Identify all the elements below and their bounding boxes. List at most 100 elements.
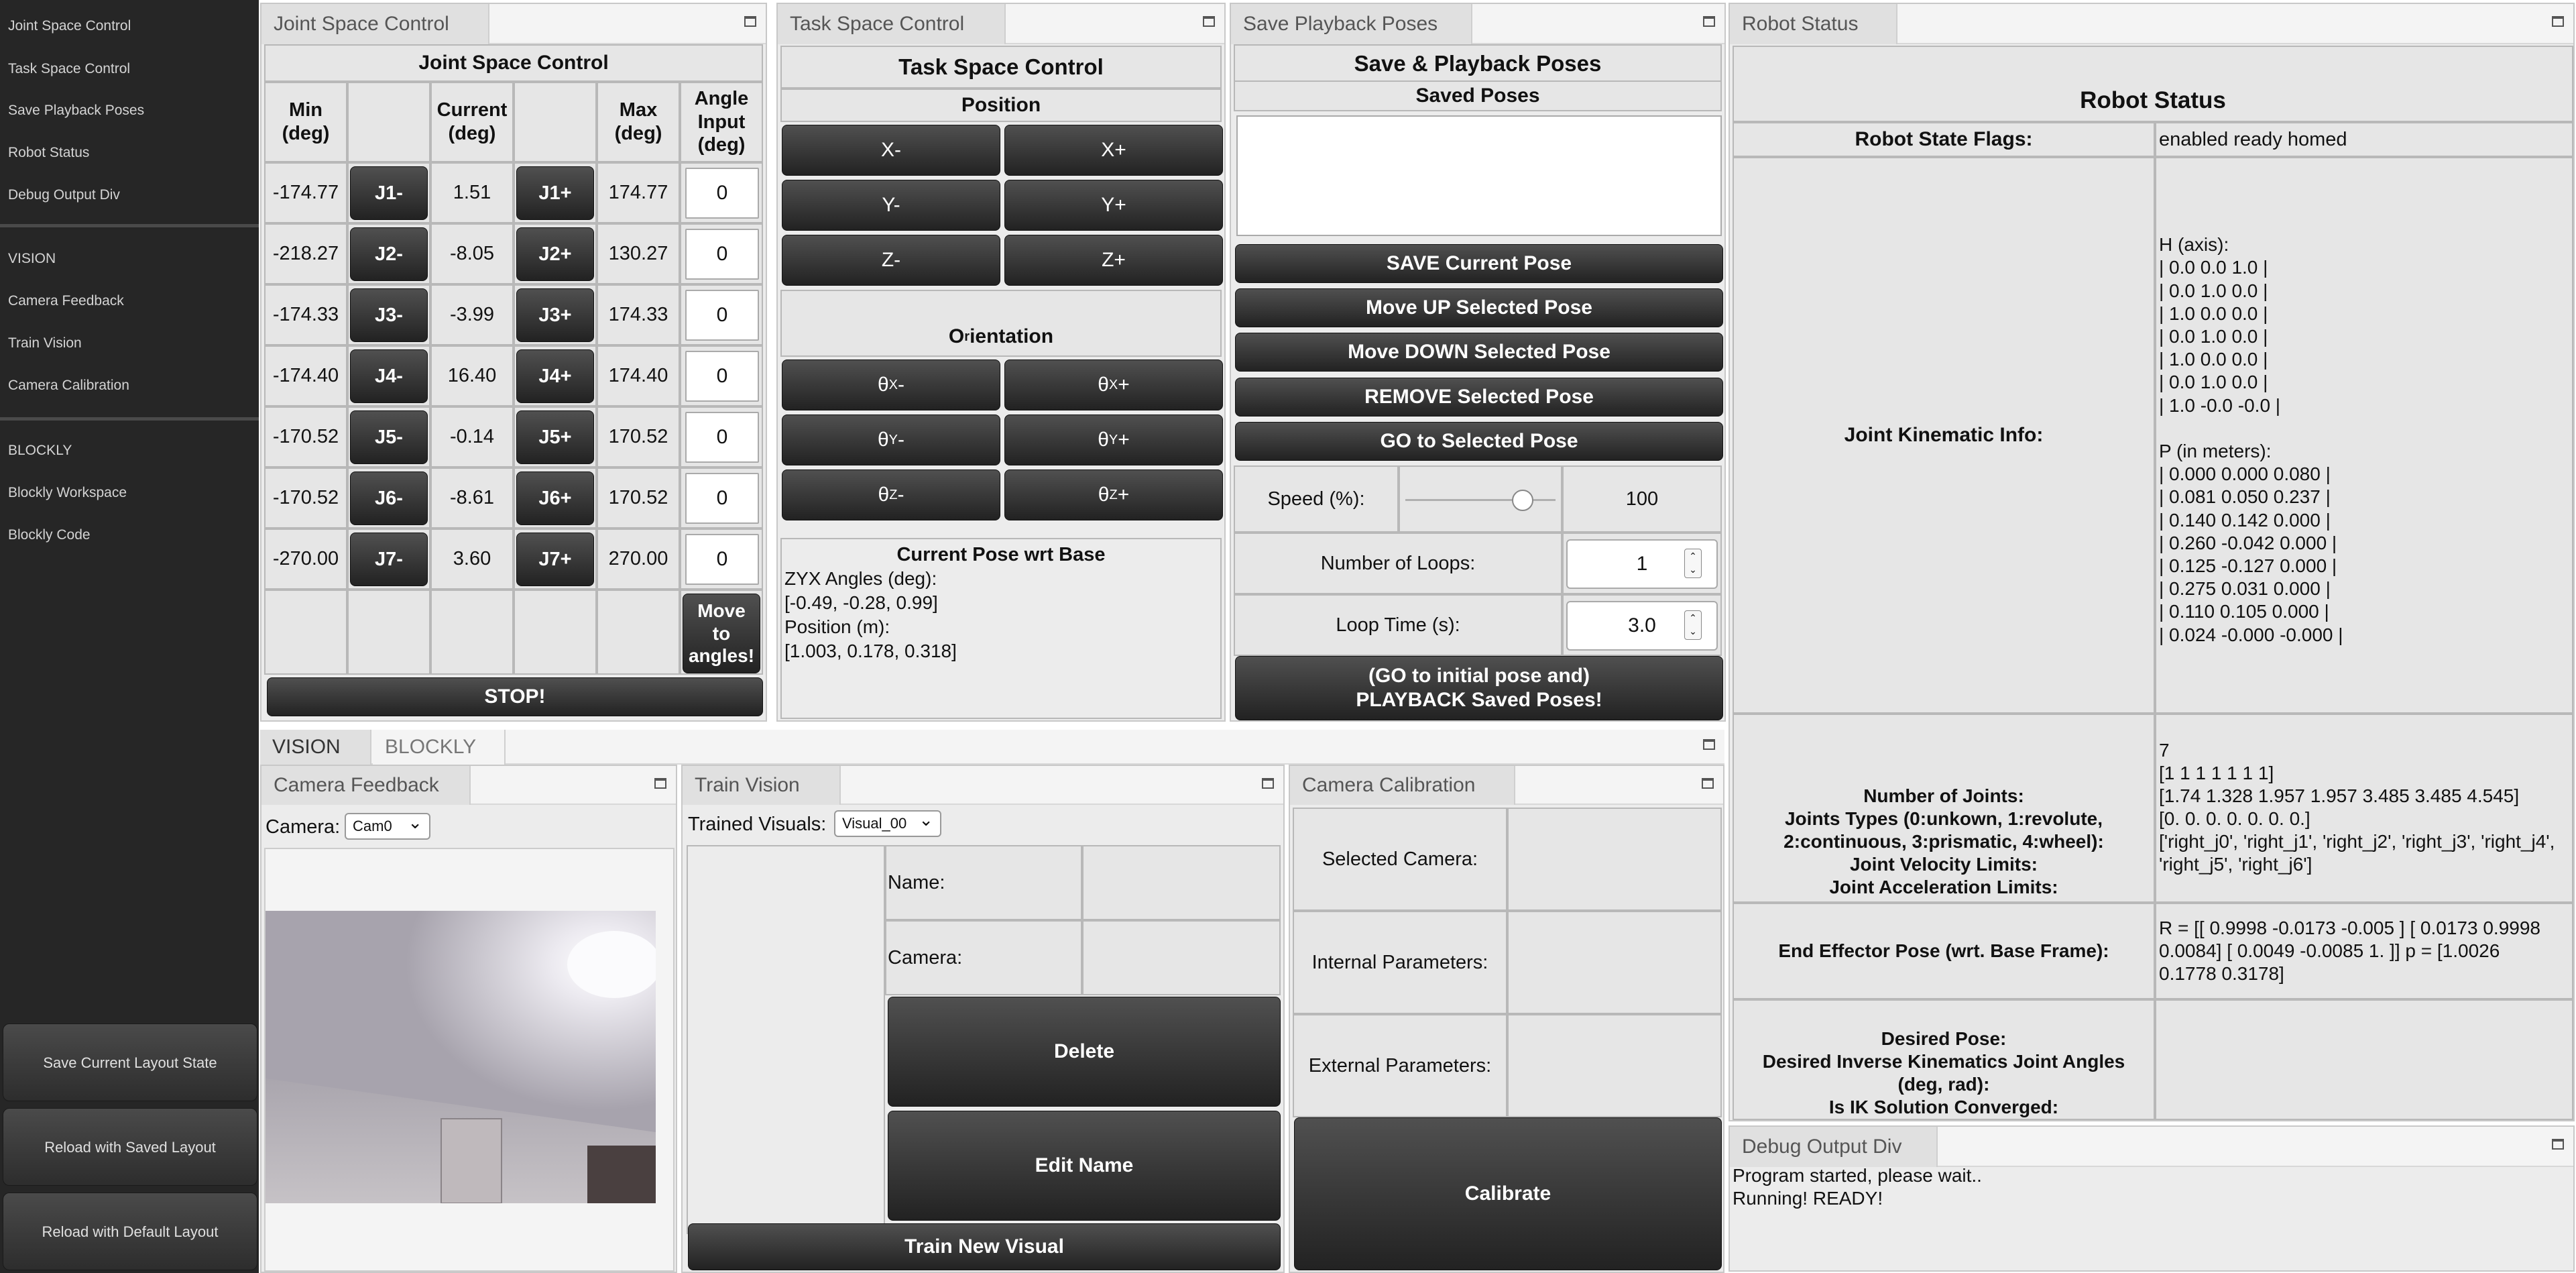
joint-plus-button[interactable]: J4+ (516, 349, 594, 403)
orientation-plus-button[interactable]: θ X + (1004, 359, 1223, 410)
stop-button[interactable]: STOP! (267, 677, 763, 716)
maximize-icon[interactable] (1703, 16, 1715, 27)
angle-input-cell: 0 (680, 529, 763, 590)
speed-slider-thumb[interactable] (1511, 490, 1533, 511)
joint-minus-button[interactable]: J7- (350, 533, 428, 586)
train-new-visual-button[interactable]: Train New Visual (688, 1223, 1281, 1270)
edit-name-button[interactable]: Edit Name (888, 1111, 1281, 1221)
calibrate-button[interactable]: Calibrate (1294, 1117, 1722, 1270)
loop-time-spinner-icon[interactable]: ⌃ ⌄ (1684, 610, 1702, 640)
maximize-icon[interactable] (654, 778, 666, 789)
angle-input[interactable]: 0 (685, 473, 759, 524)
position-plus-button[interactable]: X+ (1004, 125, 1223, 176)
playback-title: Save & Playback Poses (1234, 44, 1722, 83)
sidebar: Joint Space Control Task Space Control S… (0, 0, 259, 1273)
trained-visuals-select[interactable]: Visual_00 (834, 808, 941, 837)
tab-vision[interactable]: VISION (260, 730, 371, 765)
joint-plus-button[interactable]: J7+ (516, 533, 594, 586)
joint-minus-button[interactable]: J2- (350, 227, 428, 281)
save-layout-button[interactable]: Save Current Layout State (3, 1023, 257, 1101)
move-down-pose-button[interactable]: Move DOWN Selected Pose (1235, 333, 1723, 372)
sidebar-item-blockly-code[interactable]: Blockly Code (0, 514, 259, 556)
joint-minus-button[interactable]: J1- (350, 166, 428, 220)
position-plus-button[interactable]: Y+ (1004, 180, 1223, 231)
loops-spinner-icon[interactable]: ⌃ ⌄ (1684, 549, 1702, 578)
sidebar-item-camera-feedback[interactable]: Camera Feedback (0, 280, 259, 322)
joint-plus-button[interactable]: J5+ (516, 410, 594, 464)
joint-minus-button[interactable]: J6- (350, 472, 428, 525)
sidebar-item-task-space-control[interactable]: Task Space Control (0, 48, 259, 90)
pose-zyx-value: [-0.49, -0.28, 0.99] (784, 592, 938, 613)
joint-minus-button[interactable]: J3- (350, 288, 428, 342)
joint-min-value: -174.33 (264, 284, 347, 345)
sidebar-item-blockly-workspace[interactable]: Blockly Workspace (0, 472, 259, 514)
orientation-minus-button[interactable]: θY- (782, 414, 1000, 465)
joint-plus-button[interactable]: J6+ (516, 472, 594, 525)
move-to-angles-button[interactable]: Move to angles! (683, 594, 760, 673)
saved-poses-list[interactable] (1236, 115, 1722, 236)
playback-button[interactable]: (GO to initial pose and) PLAYBACK Saved … (1235, 656, 1723, 720)
playback-panel: Save Playback Poses Save & Playback Pose… (1230, 3, 1726, 722)
debug-output-panel: Debug Output Div Program started, please… (1729, 1125, 2575, 1272)
tab-train-vision[interactable]: Train Vision (683, 766, 841, 805)
position-plus-button[interactable]: Z+ (1004, 235, 1223, 286)
maximize-icon[interactable] (1262, 778, 1274, 789)
maximize-icon[interactable] (1203, 16, 1215, 27)
angle-input[interactable]: 0 (685, 229, 759, 280)
angle-input[interactable]: 0 (685, 351, 759, 402)
angle-input[interactable]: 0 (685, 412, 759, 463)
joint-button-cell: J2+ (514, 223, 597, 284)
maximize-icon[interactable] (2552, 16, 2564, 27)
camera-feed-area (264, 848, 675, 1272)
angle-input[interactable]: 0 (685, 168, 759, 219)
tab-save-playback-poses[interactable]: Save Playback Poses (1231, 4, 1472, 44)
go-to-pose-button[interactable]: GO to Selected Pose (1235, 422, 1723, 461)
joint-minus-button[interactable]: J5- (350, 410, 428, 464)
save-current-pose-button[interactable]: SAVE Current Pose (1235, 244, 1723, 283)
tab-debug-output-div[interactable]: Debug Output Div (1730, 1127, 1938, 1167)
reload-saved-layout-button[interactable]: Reload with Saved Layout (3, 1108, 257, 1186)
maximize-icon[interactable] (1703, 739, 1715, 750)
orientation-plus-button[interactable]: θ Y + (1004, 414, 1223, 465)
minus-header (347, 82, 430, 162)
tab-camera-calibration[interactable]: Camera Calibration (1290, 766, 1515, 805)
maximize-icon[interactable] (2552, 1139, 2564, 1150)
maximize-icon[interactable] (1702, 778, 1714, 789)
sidebar-item-joint-space-control[interactable]: Joint Space Control (0, 5, 259, 47)
joint-plus-button[interactable]: J1+ (516, 166, 594, 220)
joint-current-value: -8.61 (430, 467, 514, 529)
tab-blockly[interactable]: BLOCKLY (373, 730, 506, 765)
joint-max-value: 174.77 (597, 162, 680, 223)
tab-task-space-control[interactable]: Task Space Control (778, 4, 1006, 44)
empty-cell (514, 590, 597, 675)
position-minus-button[interactable]: X- (782, 125, 1000, 176)
orientation-minus-button[interactable]: θX- (782, 359, 1000, 410)
joint-plus-button[interactable]: J3+ (516, 288, 594, 342)
camera-select[interactable]: Cam0 (345, 810, 430, 840)
angle-input[interactable]: 0 (685, 290, 759, 341)
loops-cell: 1 ⌃ ⌄ (1562, 533, 1722, 594)
orientation-minus-button[interactable]: θZ- (782, 469, 1000, 520)
position-minus-button[interactable]: Z- (782, 235, 1000, 286)
sidebar-item-train-vision[interactable]: Train Vision (0, 323, 259, 364)
remove-pose-button[interactable]: REMOVE Selected Pose (1235, 378, 1723, 417)
tab-camera-feedback[interactable]: Camera Feedback (261, 766, 471, 805)
move-up-pose-button[interactable]: Move UP Selected Pose (1235, 288, 1723, 327)
angle-input[interactable]: 0 (685, 534, 759, 585)
tab-robot-status[interactable]: Robot Status (1730, 4, 1897, 44)
tab-joint-space-control[interactable]: Joint Space Control (261, 4, 489, 44)
train-tabbar: Train Vision (683, 766, 1283, 805)
sidebar-item-debug-output-div[interactable]: Debug Output Div (0, 174, 259, 216)
visuals-list[interactable] (687, 845, 885, 1234)
maximize-icon[interactable] (744, 16, 756, 27)
position-minus-button[interactable]: Y- (782, 180, 1000, 231)
sidebar-item-camera-calibration[interactable]: Camera Calibration (0, 365, 259, 406)
delete-visual-button[interactable]: Delete (888, 997, 1281, 1107)
sidebar-item-save-playback-poses[interactable]: Save Playback Poses (0, 90, 259, 131)
joint-plus-button[interactable]: J2+ (516, 227, 594, 281)
reload-default-layout-button[interactable]: Reload with Default Layout (3, 1193, 257, 1270)
joint-minus-button[interactable]: J4- (350, 349, 428, 403)
joint-button-cell: J5+ (514, 406, 597, 467)
sidebar-item-robot-status[interactable]: Robot Status (0, 132, 259, 174)
orientation-plus-button[interactable]: θ Z + (1004, 469, 1223, 520)
